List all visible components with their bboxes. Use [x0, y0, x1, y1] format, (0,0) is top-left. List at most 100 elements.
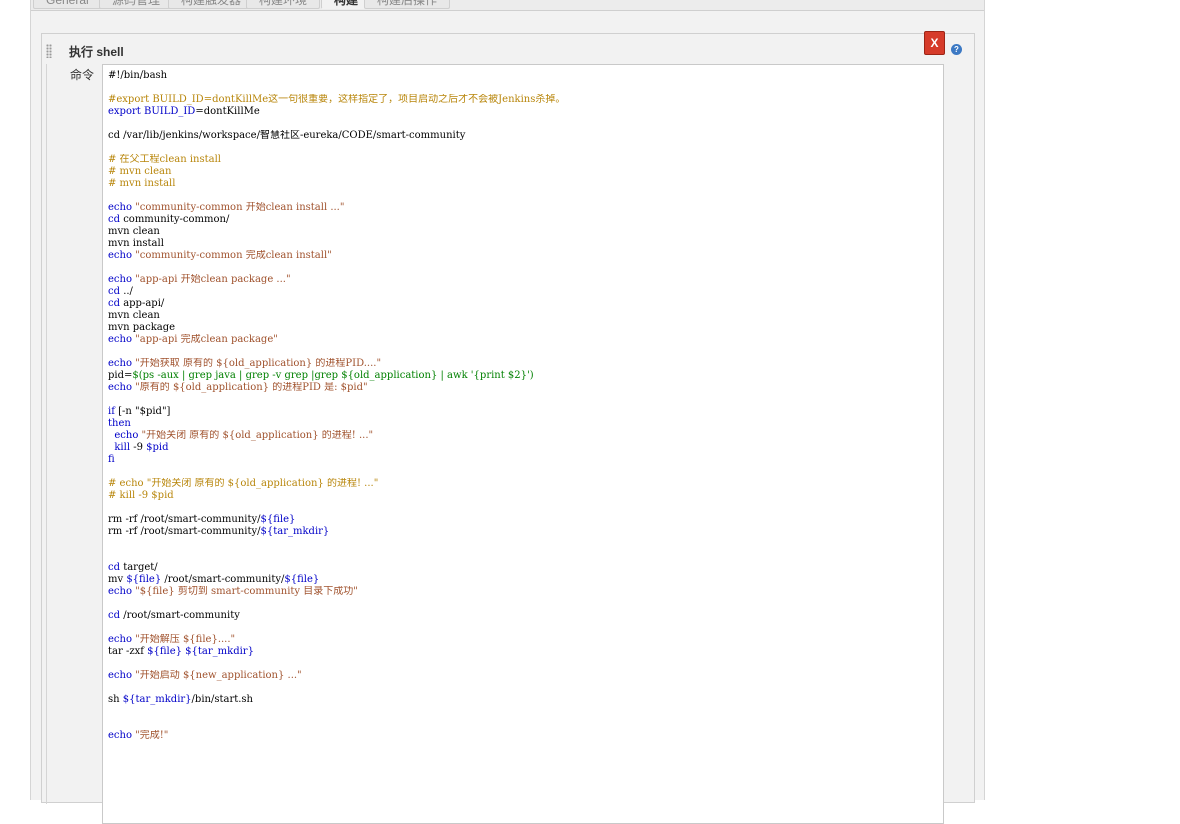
code-token-plain: mvn install	[108, 238, 164, 249]
code-token-keyword: echo	[108, 274, 132, 285]
code-token-string: "${file} 剪切到 smart-community 目录下成功"	[131, 586, 358, 597]
code-token-string: "开始获取 原有的 ${old_application} 的进程PID...."	[131, 358, 382, 369]
code-token-keyword: export	[108, 106, 141, 117]
code-token-plain: =dontKillMe	[195, 106, 260, 117]
code-line: # echo "开始关闭 原有的 ${old_application} 的进程!…	[108, 478, 939, 490]
code-line: echo "${file} 剪切到 smart-community 目录下成功"	[108, 586, 939, 598]
code-line: pid=$(ps -aux | grep java | grep -v grep…	[108, 370, 939, 382]
code-token-plain: /root/smart-community/	[161, 574, 285, 585]
code-token-var: ${tar_mkdir}	[122, 694, 192, 705]
code-token-comment: # mvn clean	[108, 166, 172, 177]
tab-general[interactable]: General	[33, 0, 102, 9]
code-token-comment: #export BUILD_ID=dontKillMe这一句很重要，这样指定了，…	[108, 94, 566, 105]
code-token-plain: /bin/start.sh	[191, 694, 253, 705]
code-line: cd target/	[108, 562, 939, 574]
help-icon[interactable]: ?	[951, 44, 962, 55]
code-line: cd community-common/	[108, 214, 939, 226]
code-line: echo "app-api 完成clean package"	[108, 334, 939, 346]
code-token-plain: -9	[130, 442, 147, 453]
command-textarea[interactable]: #!/bin/bash #export BUILD_ID=dontKillMe这一…	[102, 64, 944, 824]
delete-step-button[interactable]: X	[924, 31, 945, 55]
code-token-keyword: cd	[108, 610, 121, 621]
code-token-keyword: echo	[108, 250, 132, 261]
code-line: # mvn clean	[108, 166, 939, 178]
code-line: mvn clean	[108, 226, 939, 238]
code-token-string: "community-common 完成clean install"	[131, 250, 332, 261]
code-line: kill -9 $pid	[108, 442, 939, 454]
code-token-string: "完成!"	[131, 730, 169, 741]
code-line: echo "完成!"	[108, 730, 939, 742]
code-line: mvn clean	[108, 310, 939, 322]
tab-post-build[interactable]: 构建后操作	[364, 0, 451, 9]
code-token-string: "community-common 开始clean install ..."	[131, 202, 345, 213]
code-line: echo "开始获取 原有的 ${old_application} 的进程PID…	[108, 358, 939, 370]
code-token-keyword: echo	[108, 382, 132, 393]
tab-build-environment[interactable]: 构建环境	[246, 0, 321, 9]
job-config-panel: General 源码管理 构建触发器 构建环境 构建 构建后操作 执行 shel…	[30, 0, 985, 824]
code-line: # mvn install	[108, 178, 939, 190]
tab-source-control[interactable]: 源码管理	[99, 0, 174, 9]
tab-build-triggers[interactable]: 构建触发器	[168, 0, 255, 9]
code-token-keyword: echo	[108, 730, 132, 741]
code-token-keyword: echo	[108, 334, 132, 345]
code-token-plain: rm -rf /root/smart-community/	[108, 526, 261, 537]
code-token-keyword: echo	[108, 670, 132, 681]
step-title: 执行 shell	[69, 45, 124, 59]
code-token-string: "app-api 开始clean package ..."	[131, 274, 291, 285]
code-line: mv ${file} /root/smart-community/${file}	[108, 574, 939, 586]
code-line: rm -rf /root/smart-community/${file}	[108, 514, 939, 526]
code-line: #!/bin/bash	[108, 70, 939, 82]
code-token-keyword: if	[108, 406, 115, 417]
code-token-var: ${file}	[126, 574, 162, 585]
code-line: if [-n "$pid"]	[108, 406, 939, 418]
code-token-plain: community-common/	[120, 214, 230, 225]
code-line: # 在父工程clean install	[108, 154, 939, 166]
code-line: cd app-api/	[108, 298, 939, 310]
code-line: echo "开始启动 ${new_application} ..."	[108, 670, 939, 682]
code-line: mvn package	[108, 322, 939, 334]
code-token-string: "开始关闭 原有的 ${old_application} 的进程! ..."	[138, 430, 374, 441]
code-token-keyword: fi	[108, 454, 115, 465]
code-line: echo "开始解压 ${file}...."	[108, 634, 939, 646]
code-line: tar -zxf ${file} ${tar_mkdir}	[108, 646, 939, 658]
code-token-cmd: $(ps -aux | grep java | grep -v grep |gr…	[132, 370, 534, 381]
code-line: sh ${tar_mkdir}/bin/start.sh	[108, 694, 939, 706]
code-token-keyword: echo	[108, 634, 132, 645]
code-token-var: BUILD_ID	[143, 106, 196, 117]
code-token-var: ${tar_mkdir}	[260, 526, 330, 537]
code-token-string: "原有的 ${old_application} 的进程PID 是: $pid"	[131, 382, 368, 393]
code-line: cd /var/lib/jenkins/workspace/智慧社区-eurek…	[108, 130, 939, 142]
code-token-plain: pid=	[108, 370, 133, 381]
code-token-plain: app-api/	[120, 298, 165, 309]
code-token-string: "开始解压 ${file}...."	[131, 634, 236, 645]
config-tab-bar: General 源码管理 构建触发器 构建环境 构建 构建后操作	[31, 0, 984, 11]
code-token-keyword: echo	[108, 430, 139, 441]
code-token-plain: mvn package	[108, 322, 176, 333]
code-token-plain: tar -zxf	[108, 646, 148, 657]
code-token-plain: #!/bin/bash	[108, 70, 168, 81]
code-token-plain: [-n "$pid"]	[114, 406, 171, 417]
code-token-plain: rm -rf /root/smart-community/	[108, 514, 261, 525]
code-token-keyword: cd	[108, 286, 121, 297]
execute-shell-step: 执行 shell X ? 命令 #!/bin/bash #export BUILD…	[41, 31, 975, 824]
code-token-var: ${tar_mkdir}	[185, 646, 254, 657]
code-token-comment: # mvn install	[108, 178, 176, 189]
code-token-keyword: cd	[108, 298, 121, 309]
code-token-plain: mv	[108, 574, 127, 585]
code-token-keyword: echo	[108, 358, 132, 369]
code-token-keyword: cd	[108, 214, 121, 225]
drag-handle-icon[interactable]	[46, 44, 52, 58]
code-line: echo "原有的 ${old_application} 的进程PID 是: $…	[108, 382, 939, 394]
code-line: #export BUILD_ID=dontKillMe这一句很重要，这样指定了，…	[108, 94, 939, 106]
